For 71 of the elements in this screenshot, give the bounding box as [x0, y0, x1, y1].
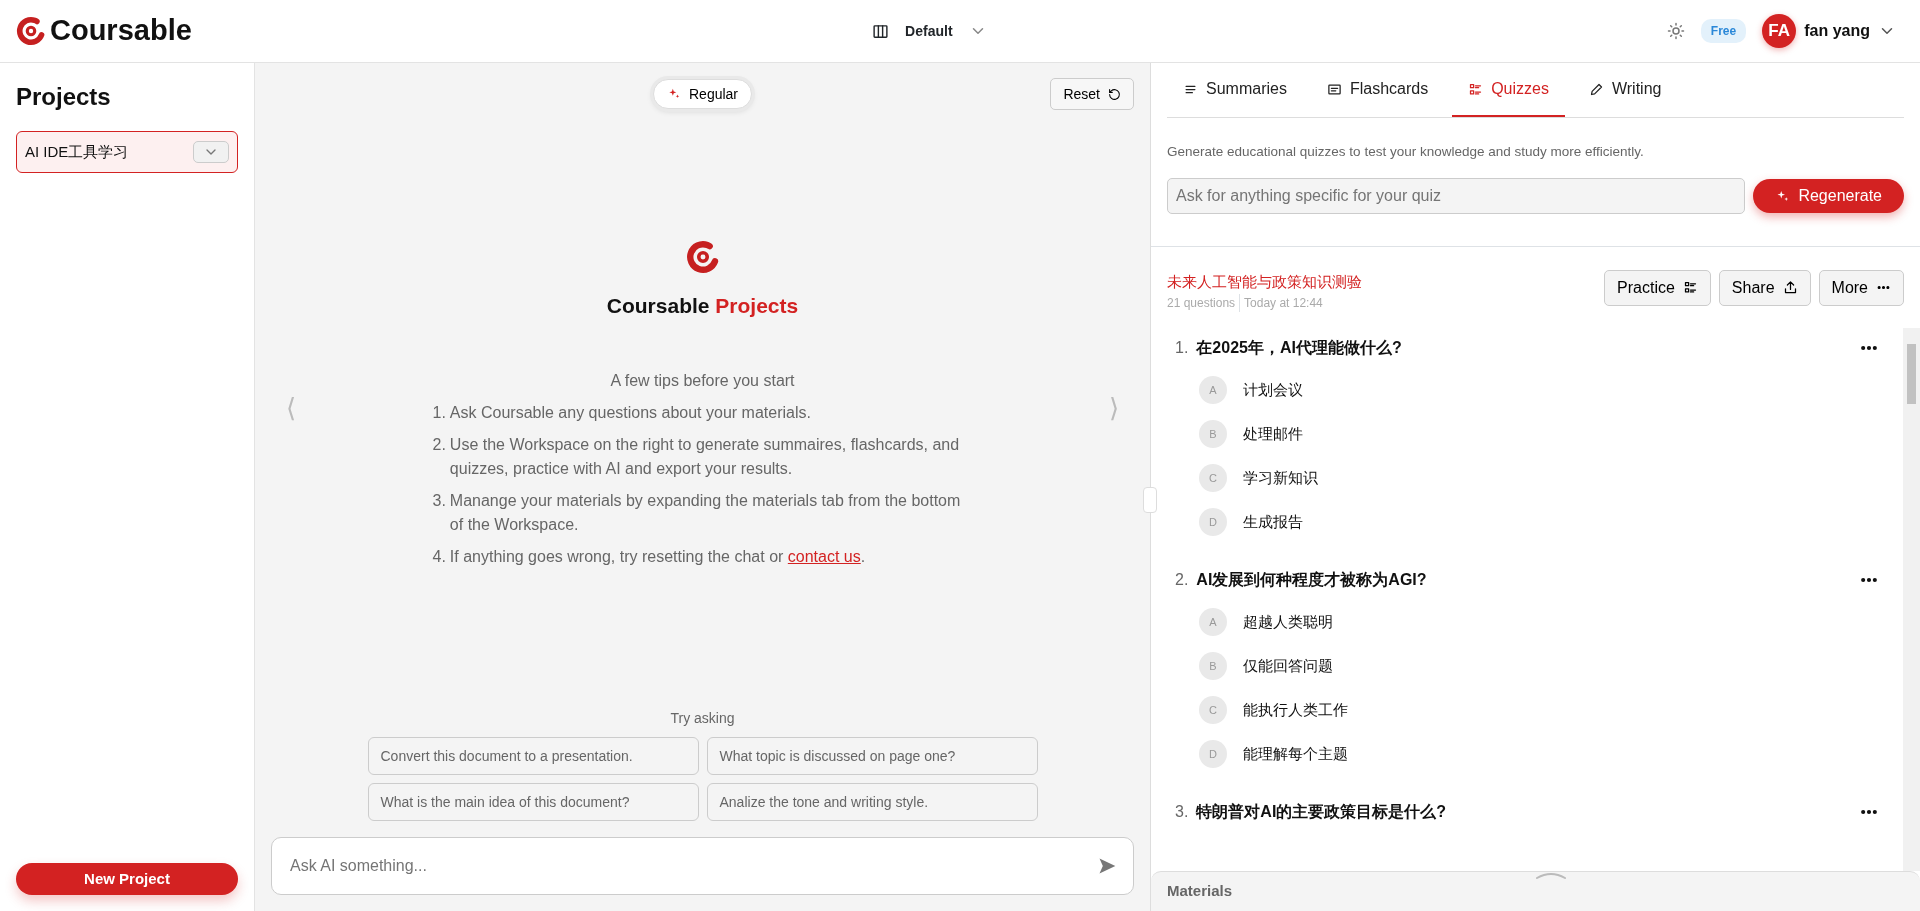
mode-button[interactable]: Regular: [653, 79, 752, 109]
new-project-button[interactable]: New Project: [16, 863, 238, 895]
tip-text: Use the Workspace on the right to generate summaires, flashcards, and quizzes, practice with AI and export your results.: [449, 435, 961, 480]
list-icon: [1468, 81, 1484, 97]
logo-icon[interactable]: [16, 16, 46, 46]
quiz-time: Today at 12:44: [1243, 294, 1323, 312]
tip-text: Manange your materials by expanding the materials tab from the bottom of the Workspace.: [449, 491, 962, 536]
brand-name[interactable]: Coursable: [50, 9, 192, 53]
quiz-title: 未来人工智能与政策知识测验: [1167, 272, 1363, 293]
pencil-icon: [1588, 81, 1604, 97]
sparkle-icon: [667, 87, 681, 101]
question-text: 特朗普对AI的主要政策目标是什么?: [1196, 801, 1448, 822]
option-text[interactable]: 计划会议: [1243, 378, 1303, 401]
list-number: 3.: [432, 491, 446, 512]
practice-button[interactable]: Practice: [1604, 269, 1711, 306]
logo-icon: [685, 239, 720, 274]
tips-heading: A few tips before you start: [610, 371, 795, 392]
chat-input[interactable]: Ask AI something...: [288, 853, 1097, 879]
contact-link[interactable]: contact us: [787, 548, 861, 566]
user-name[interactable]: fan yang: [1804, 19, 1870, 43]
chevron-up-icon: [1535, 872, 1566, 880]
workspace-tab[interactable]: Writing: [1572, 63, 1678, 117]
option-text[interactable]: 学习新知识: [1243, 466, 1318, 489]
question-number: 1.: [1175, 337, 1189, 358]
question-text: 在2025年，AI代理能做什么?: [1196, 337, 1403, 358]
suggestion-chip[interactable]: Analize the tone and writing style.: [706, 783, 1038, 821]
more-button[interactable]: More: [1818, 269, 1904, 306]
suggestion-chip[interactable]: What topic is discussed on page one?: [706, 737, 1038, 775]
resize-handle[interactable]: [1143, 487, 1157, 513]
reset-icon: [1108, 87, 1121, 101]
workspace-tab[interactable]: Flashcards: [1310, 63, 1445, 117]
quiz-prompt-field[interactable]: Ask for anything specific for your quiz: [1167, 178, 1746, 215]
send-icon[interactable]: [1097, 856, 1117, 876]
columns-icon: [872, 22, 890, 40]
option-text[interactable]: 能理解每个主题: [1243, 742, 1348, 765]
regenerate-button[interactable]: Regenerate: [1753, 179, 1904, 214]
suggestion-chip[interactable]: Convert this document to a presentation.: [367, 737, 699, 775]
layout-dropdown[interactable]: Default: [860, 14, 999, 48]
question-number: 2.: [1175, 569, 1189, 590]
share-button[interactable]: Share: [1718, 269, 1811, 306]
chat-bar[interactable]: Ask AI something...: [271, 837, 1134, 895]
list-number: 2.: [432, 435, 446, 456]
list-number: 4.: [432, 547, 446, 568]
option-text[interactable]: 生成报告: [1243, 510, 1303, 533]
workspace-tab[interactable]: Summaries: [1167, 63, 1303, 117]
list-number: 1.: [432, 403, 446, 424]
upload-icon: [1782, 280, 1798, 295]
tip-text: Ask Coursable any questions about your materials.: [449, 403, 811, 424]
card-icon: [1326, 81, 1342, 97]
suggestion-chip[interactable]: What is the main idea of this document?: [367, 783, 699, 821]
question-text: AI发展到何种程度才被称为AGI?: [1196, 569, 1428, 590]
welcome-title: Coursable Projects: [606, 292, 799, 319]
option-text[interactable]: 超越人类聪明: [1243, 610, 1333, 633]
question-count: 21 questions: [1167, 293, 1241, 312]
option-text[interactable]: 处理邮件: [1243, 422, 1303, 445]
tip-text: If anything goes wrong, try resetting the chat or contact us.: [449, 547, 866, 568]
reset-button[interactable]: Reset: [1050, 78, 1134, 110]
avatar[interactable]: FA: [1762, 14, 1797, 48]
scrollbar[interactable]: [1903, 327, 1920, 871]
option-text[interactable]: 仅能回答问题: [1243, 654, 1333, 677]
materials-bar[interactable]: Materials: [1151, 871, 1920, 911]
plan-badge: Free: [1700, 19, 1747, 43]
try-asking-label: Try asking: [669, 709, 736, 728]
sidebar-title: Projects: [16, 82, 112, 112]
list-icon: [1682, 280, 1698, 295]
option-text[interactable]: 能执行人类工作: [1243, 698, 1348, 721]
question-number: 3.: [1175, 801, 1189, 822]
workspace-tab[interactable]: Quizzes: [1452, 63, 1565, 117]
project-select[interactable]: AI IDE工具学习: [16, 131, 238, 173]
description-text: Generate educational quizzes to test your knowledge and study more efficiently.: [1167, 143, 1645, 161]
sun-icon[interactable]: [1666, 22, 1685, 40]
